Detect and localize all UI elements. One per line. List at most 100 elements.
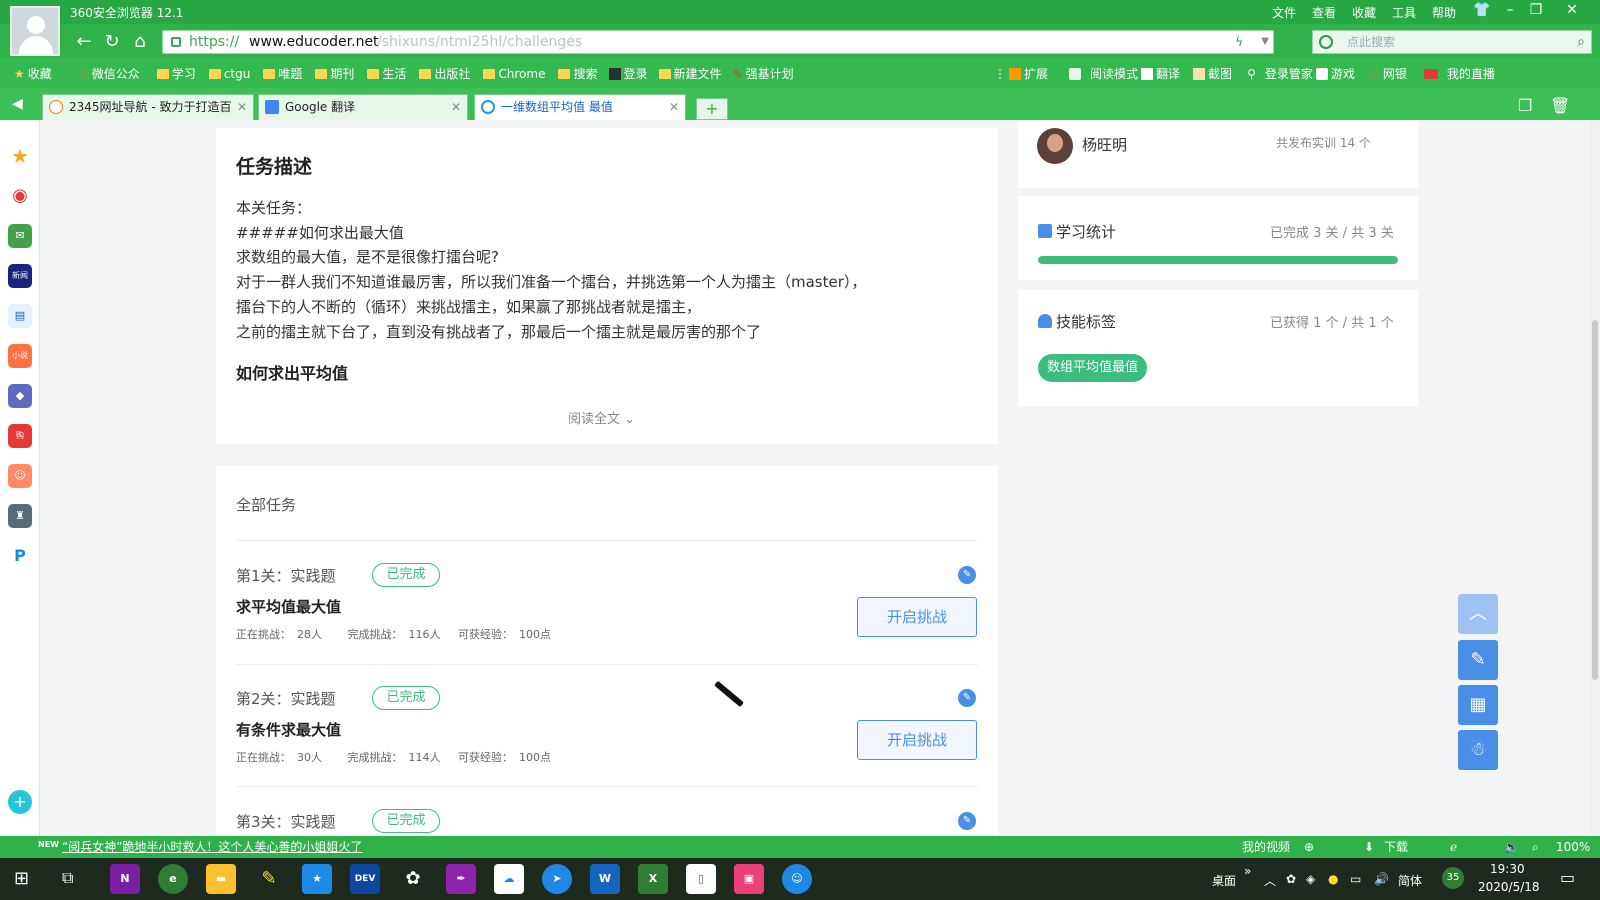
clock-date[interactable]: 2020/5/18 — [1478, 880, 1540, 894]
bookmark-publisher[interactable]: 出版社 — [434, 65, 470, 82]
game-app-icon-2[interactable]: ☺ — [8, 464, 32, 488]
task-name[interactable]: 有条件求最大值 — [236, 719, 341, 740]
tab-active-educoder[interactable]: 一维数组平均值 最值 ✕ — [474, 94, 686, 120]
contacts-app-icon[interactable]: ☺ — [782, 864, 812, 894]
download-arrow-icon[interactable]: ⬇ — [1364, 836, 1374, 858]
mute-icon[interactable]: 🔈 — [1504, 836, 1519, 858]
download-button[interactable]: 下载 — [1384, 836, 1408, 858]
translate-button[interactable]: 翻译 — [1156, 65, 1180, 82]
expand-icon[interactable]: » — [1244, 864, 1251, 878]
back-to-top-button[interactable]: ︿ — [1458, 594, 1498, 634]
engine-icon[interactable] — [1319, 35, 1333, 49]
task-view-icon[interactable]: ⧉ — [62, 868, 73, 888]
scrollbar-thumb[interactable] — [1592, 320, 1598, 680]
excel-icon[interactable]: X — [638, 864, 668, 894]
author-name[interactable]: 杨旺明 — [1082, 134, 1127, 155]
tray-app-icon-2[interactable]: ◈ — [1306, 872, 1315, 886]
volume-icon[interactable]: 🔊 — [1374, 872, 1389, 886]
edit-icon[interactable]: ✎ — [958, 566, 976, 584]
add-app-icon[interactable]: + — [8, 790, 32, 814]
menu-tools[interactable]: 工具 — [1392, 4, 1416, 21]
pen-tool-icon[interactable]: ✒ — [446, 864, 476, 894]
file-explorer-icon[interactable]: ▬ — [206, 864, 236, 894]
devcpp-icon[interactable]: DEV — [350, 864, 380, 894]
news-app-icon[interactable]: 新闻 — [8, 264, 32, 288]
games-button[interactable]: 游戏 — [1331, 65, 1355, 82]
chevron-down-icon[interactable]: ▼ — [1261, 31, 1269, 53]
back-icon[interactable]: ← — [74, 32, 94, 52]
weibo-icon[interactable]: ◉ — [8, 184, 32, 208]
edit-icon[interactable]: ✎ — [958, 689, 976, 707]
close-tab-icon[interactable]: ✕ — [451, 95, 461, 119]
novel-app-icon[interactable]: 小说 — [8, 344, 32, 368]
extension-button[interactable]: 扩展 — [1024, 65, 1048, 82]
trash-icon[interactable]: 🗑 — [1550, 96, 1570, 115]
menu-help[interactable]: 帮助 — [1432, 4, 1456, 21]
edit-icon[interactable]: ✎ — [958, 812, 976, 830]
baidu-netdisk-icon[interactable]: ☁ — [494, 864, 524, 894]
tray-chevron-up-icon[interactable]: ︿ — [1264, 872, 1276, 889]
close-tab-icon[interactable]: ✕ — [669, 95, 679, 119]
pen-app-icon[interactable]: ✎ — [254, 864, 284, 894]
browser-360-icon[interactable]: e — [158, 864, 188, 894]
shop-app-icon[interactable]: 购 — [8, 424, 32, 448]
bookmark-study[interactable]: 学习 — [172, 65, 196, 82]
windows-start-icon[interactable]: ⊞ — [14, 868, 29, 889]
network-icon[interactable]: ▭ — [1350, 872, 1361, 886]
new-tab-button[interactable]: + — [696, 98, 728, 120]
skin-icon[interactable]: 👕 — [1472, 2, 1492, 18]
bookmark-search[interactable]: 搜索 — [573, 65, 597, 82]
game-app-icon[interactable]: ◆ — [8, 384, 32, 408]
sidebar-toggle-icon[interactable]: ◀ — [12, 96, 23, 112]
bookmark-weiti[interactable]: 唯题 — [278, 65, 302, 82]
live-button[interactable]: 我的直播 — [1447, 65, 1495, 82]
word-icon[interactable]: W — [590, 864, 620, 894]
author-avatar[interactable] — [1037, 128, 1073, 164]
game-app-icon-3[interactable]: ♜ — [8, 504, 32, 528]
flower-app-icon[interactable]: ✿ — [398, 864, 428, 894]
bookmark-chrome[interactable]: Chrome — [498, 67, 545, 81]
refresh-icon[interactable]: ↻ — [102, 32, 122, 52]
my-video-button[interactable]: 我的视频 — [1242, 836, 1290, 858]
skill-tag[interactable]: 数组平均值最值 — [1038, 354, 1148, 382]
search-input[interactable]: 点此搜索 ⌕ — [1312, 30, 1592, 54]
minimize-icon[interactable]: – — [1500, 2, 1520, 18]
qq-contact-button[interactable]: ☃ — [1458, 730, 1498, 770]
action-center-icon[interactable]: ▭ — [1560, 868, 1575, 887]
bookmark-newfile[interactable]: 新建文件 — [674, 65, 722, 82]
desktop-toolbar[interactable]: 桌面 — [1212, 872, 1236, 889]
ie-icon[interactable]: ℯ — [1450, 836, 1457, 858]
menu-file[interactable]: 文件 — [1272, 4, 1296, 21]
qrcode-button[interactable]: ▦ — [1458, 685, 1498, 725]
restore-tabs-icon[interactable]: ❐ — [1518, 96, 1532, 115]
close-icon[interactable]: ✕ — [1562, 2, 1582, 18]
bookmark-login[interactable]: 登录 — [624, 65, 648, 82]
bookmark-journal[interactable]: 期刊 — [330, 65, 354, 82]
pp-app-icon[interactable]: P — [8, 544, 32, 568]
search-icon[interactable]: ⌕ — [1577, 31, 1585, 53]
clock-time[interactable]: 19:30 — [1490, 862, 1525, 876]
more-icon[interactable]: ⋮ — [994, 67, 1006, 81]
read-more-link[interactable]: 阅读全文 ⌄ — [568, 408, 635, 427]
menu-view[interactable]: 查看 — [1312, 4, 1336, 21]
tray-app-icon[interactable]: ✿ — [1286, 872, 1296, 886]
bank-button[interactable]: 网银 — [1383, 65, 1407, 82]
close-tab-icon[interactable]: ✕ — [237, 95, 247, 119]
notepad-icon[interactable]: ▯ — [686, 864, 716, 894]
url-input[interactable]: https:// www.educoder.net /shixuns/ntml2… — [162, 30, 1274, 54]
lightning-icon[interactable]: ϟ — [1235, 31, 1243, 53]
zoom-level[interactable]: 100% — [1556, 836, 1590, 858]
restore-icon[interactable]: ❐ — [1526, 2, 1546, 18]
tab-2345[interactable]: 2345网址导航 - 致力于打造百 ✕ — [42, 94, 254, 120]
feishu-icon[interactable]: ➤ — [542, 864, 572, 894]
screenshot-button[interactable]: 截图 — [1208, 65, 1232, 82]
input-method-label[interactable]: 简体 — [1398, 872, 1422, 889]
home-icon[interactable]: ⌂ — [130, 32, 150, 52]
favorites-star-icon[interactable]: ★ — [8, 144, 32, 168]
user-avatar-icon[interactable] — [10, 6, 60, 56]
news-link[interactable]: “阅兵女神”跪地半小时救人！这个人美心善的小姐姐火了 — [62, 836, 362, 858]
onenote-icon[interactable]: N — [110, 864, 140, 894]
star-app-icon[interactable]: ★ — [302, 864, 332, 894]
mail-icon[interactable]: ✉ — [8, 224, 32, 248]
login-manager-button[interactable]: 登录管家 — [1265, 65, 1313, 82]
